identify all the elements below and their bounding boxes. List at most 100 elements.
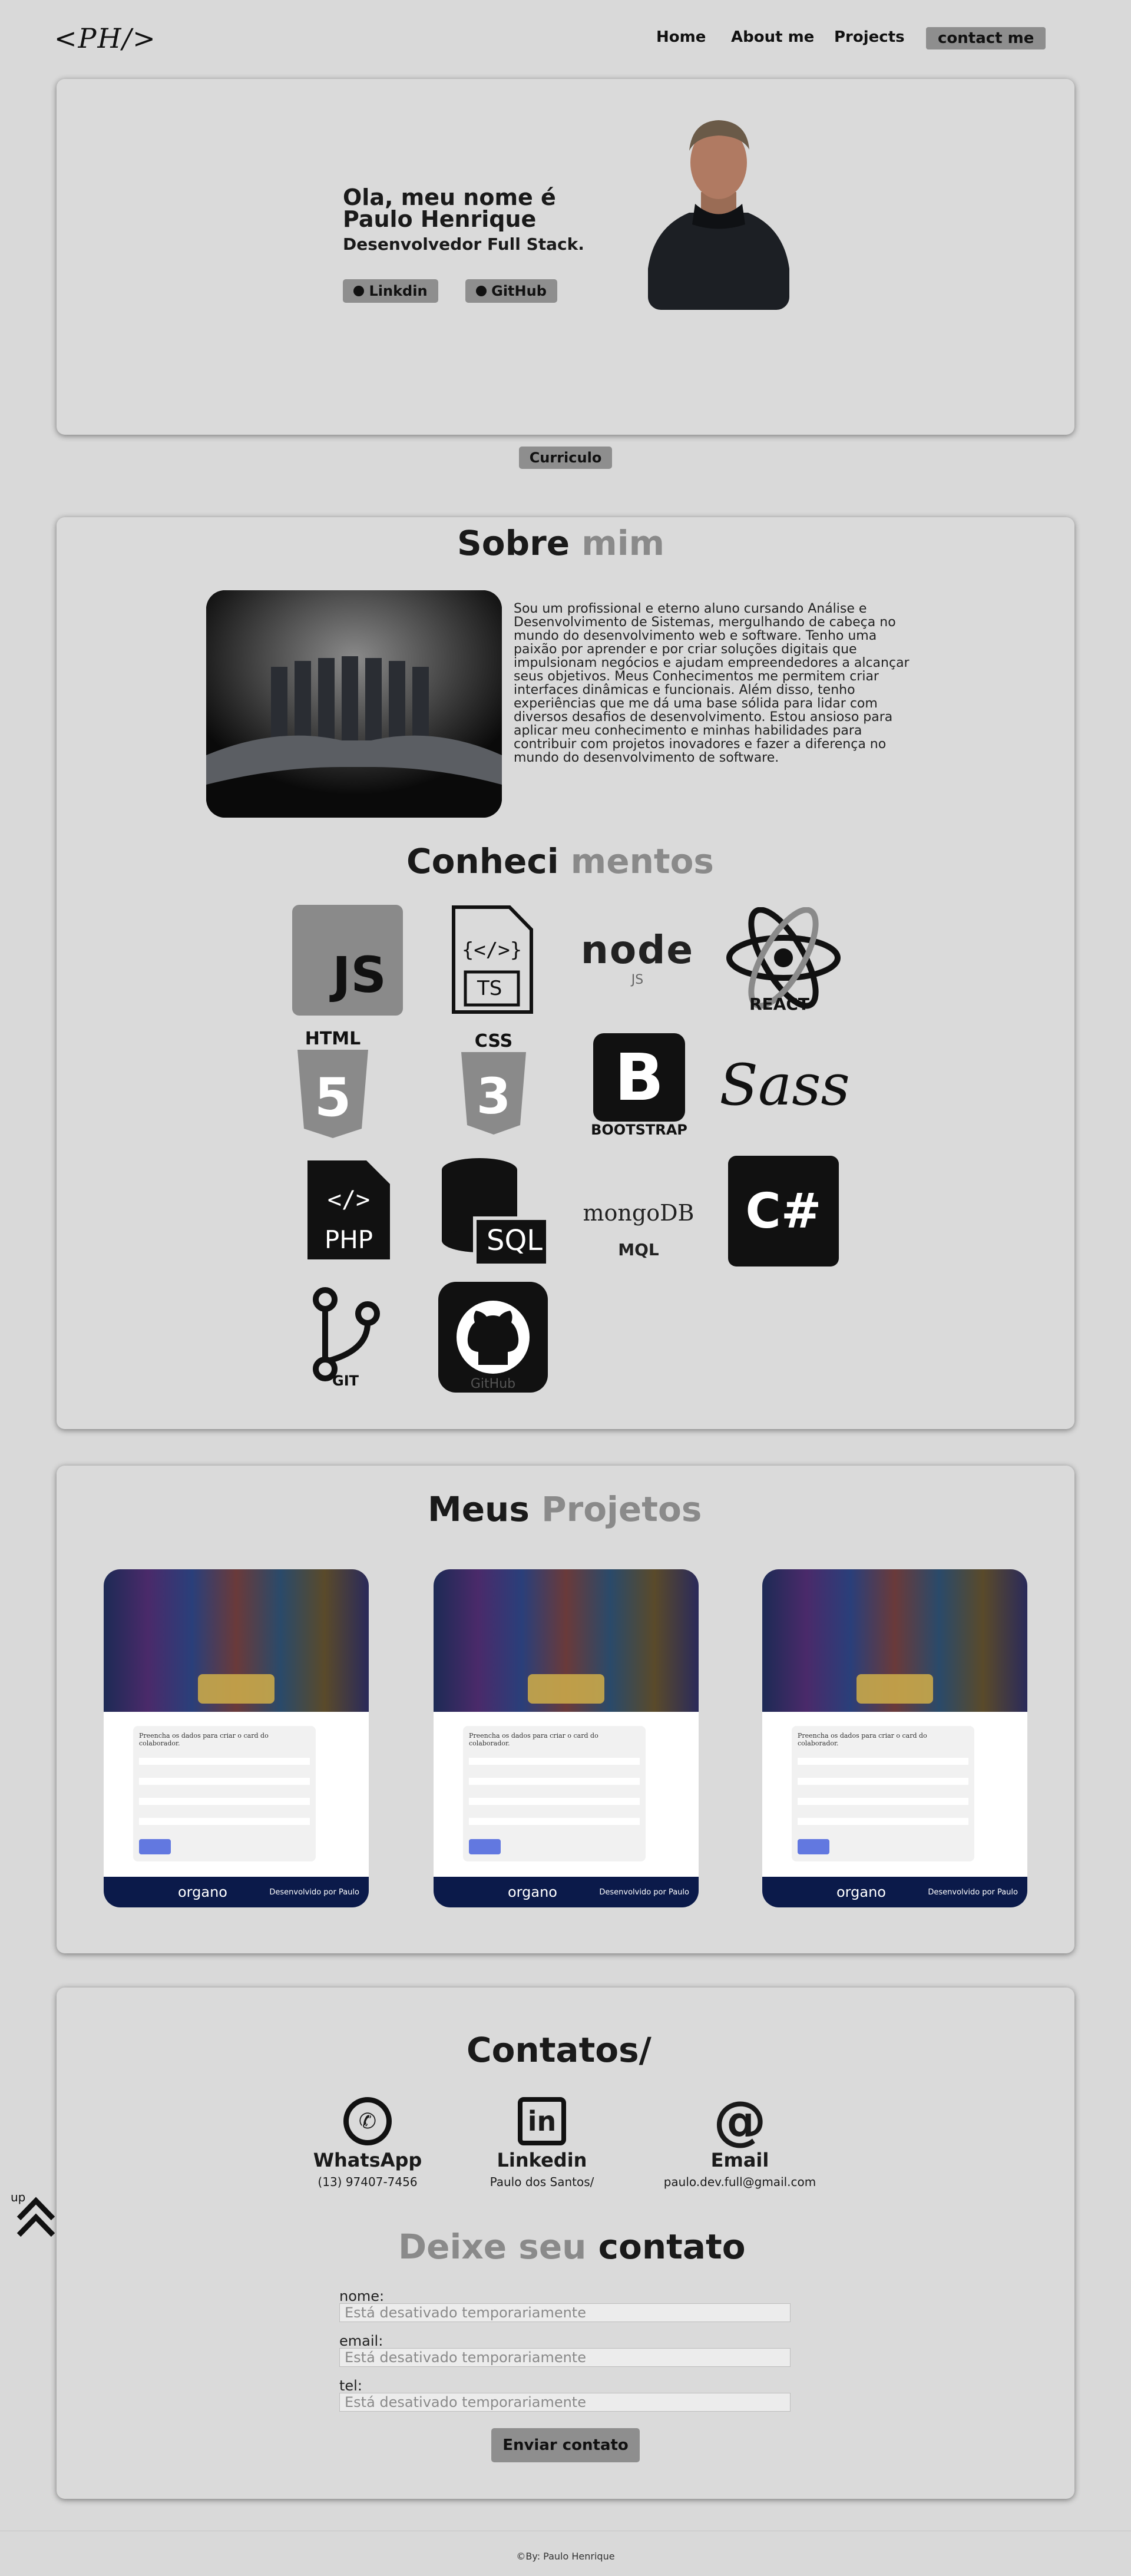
contact-linkedin[interactable]: in Linkedin Paulo dos Santos/ [465, 2097, 619, 2189]
project-footer-brand: organo [508, 1884, 557, 1900]
footer-text: ©By: Paulo Henrique [516, 2551, 615, 2562]
contact-whatsapp-number: (13) 97407-7456 [318, 2175, 418, 2189]
github-icon [476, 286, 487, 296]
game-logo [198, 1674, 275, 1704]
nodejs-icon-sub: JS [631, 973, 644, 987]
form-input [469, 1778, 640, 1785]
nodejs-icon-label: node [580, 927, 695, 973]
about-text: Sou um profissional e eterno aluno cursa… [514, 601, 910, 765]
project-footer: organo Desenvolvido por Paulo [434, 1877, 699, 1907]
github-skill-icon-label: GitHub [470, 1377, 516, 1391]
game-logo [856, 1674, 933, 1704]
typescript-icon: {</>} TS [448, 904, 536, 1016]
bootstrap-logo-box: B [593, 1033, 685, 1122]
form-select [798, 1818, 968, 1825]
svg-text:3: 3 [477, 1067, 511, 1125]
curriculo-button[interactable]: Curriculo [519, 447, 612, 469]
email-field[interactable]: Está desativado temporariamente [339, 2348, 791, 2367]
github-skill-icon: GitHub [438, 1282, 548, 1393]
html5-icon-label: HTML [305, 1029, 361, 1049]
linkedin-button-label: Linkdin [369, 283, 428, 299]
form-input [139, 1758, 310, 1765]
project-form: Preencha os dados para criar o card do c… [133, 1726, 316, 1861]
sass-icon-label: Sass [719, 1052, 850, 1118]
github-button[interactable]: GitHub [465, 279, 557, 303]
linkedin-icon [353, 286, 365, 296]
contact-email-label: Email [710, 2149, 769, 2171]
form-button [469, 1839, 501, 1854]
projects-title-b: Projetos [541, 1489, 702, 1529]
project-footer: organo Desenvolvido por Paulo [762, 1877, 1027, 1907]
project-form: Preencha os dados para criar o card do c… [792, 1726, 974, 1861]
project-form-title: Preencha os dados para criar o card do c… [798, 1732, 927, 1747]
project-card-1[interactable]: Preencha os dados para criar o card do c… [104, 1569, 369, 1907]
css3-icon: CSS 3 [458, 1031, 529, 1143]
site-logo[interactable]: <PH/> [54, 22, 157, 54]
contact-form-title-a: Deixe seu [398, 2227, 587, 2267]
contacts-title: Contatos/ [467, 2030, 652, 2070]
form-button [798, 1839, 829, 1854]
form-input [139, 1778, 310, 1785]
sql-icon: SQL [438, 1157, 548, 1265]
project-banner [104, 1569, 369, 1712]
typescript-icon-label: TS [477, 977, 502, 1000]
about-title-a: Sobre [457, 523, 570, 563]
about-title: Sobre mim [457, 523, 664, 563]
mongodb-icon-sub: MQL [618, 1239, 659, 1259]
svg-text:5: 5 [315, 1067, 352, 1129]
tel-label: tel: [339, 2377, 362, 2394]
sql-icon-label: SQL [487, 1224, 543, 1257]
project-footer-credit: Desenvolvido por Paulo [269, 1887, 359, 1897]
contact-whatsapp[interactable]: ✆ WhatsApp (13) 97407-7456 [291, 2097, 444, 2189]
name-field[interactable]: Está desativado temporariamente [339, 2303, 791, 2322]
php-icon: </> PHP [302, 1160, 396, 1259]
name-label: nome: [339, 2288, 385, 2304]
contact-form-title: Deixe seu contato [398, 2227, 746, 2267]
project-footer-credit: Desenvolvido por Paulo [599, 1887, 689, 1897]
linkedin-button[interactable]: Linkdin [343, 279, 438, 303]
javascript-icon-label: JS [332, 946, 386, 1004]
form-input [798, 1798, 968, 1805]
project-card-2[interactable]: Preencha os dados para criar o card do c… [434, 1569, 699, 1907]
project-banner [434, 1569, 699, 1712]
html5-icon: HTML 5 [295, 1029, 371, 1140]
csharp-icon: C# [728, 1156, 839, 1266]
nav-home[interactable]: Home [656, 28, 706, 46]
form-input [469, 1798, 640, 1805]
nav-projects[interactable]: Projects [834, 28, 905, 46]
svg-text:{</>}: {</>} [462, 938, 522, 962]
nav-about[interactable]: About me [731, 28, 814, 46]
project-footer-brand: organo [178, 1884, 227, 1900]
game-logo [528, 1674, 604, 1704]
form-input [798, 1778, 968, 1785]
project-card-3[interactable]: Preencha os dados para criar o card do c… [762, 1569, 1027, 1907]
scroll-top-icon[interactable] [15, 2195, 57, 2240]
project-banner [762, 1569, 1027, 1712]
contact-email-address: paulo.dev.full@gmail.com [663, 2175, 816, 2189]
send-contact-button[interactable]: Enviar contato [491, 2428, 640, 2462]
email-label: email: [339, 2333, 383, 2349]
project-footer: organo Desenvolvido por Paulo [104, 1877, 369, 1907]
form-select [469, 1818, 640, 1825]
projects-title: Meus Projetos [428, 1489, 702, 1529]
contact-email[interactable]: @ Email paulo.dev.full@gmail.com [663, 2095, 816, 2190]
sass-icon: Sass [719, 1038, 850, 1132]
svg-text:</>: </> [328, 1186, 370, 1213]
nav-contact-button[interactable]: contact me [926, 27, 1046, 49]
nodejs-icon: node JS [581, 919, 694, 996]
skills-title: Conheci mentos [406, 841, 714, 881]
tel-field[interactable]: Está desativado temporariamente [339, 2393, 791, 2412]
about-image [206, 590, 502, 818]
form-input [139, 1798, 310, 1805]
contact-linkedin-label: Linkedin [497, 2149, 587, 2171]
git-icon-label: GIT [332, 1373, 359, 1389]
contact-form-title-b: contato [598, 2227, 746, 2267]
github-button-label: GitHub [491, 283, 547, 299]
form-input [798, 1758, 968, 1765]
bootstrap-icon-label: BOOTSTRAP [591, 1122, 687, 1138]
project-form: Preencha os dados para criar o card do c… [463, 1726, 646, 1861]
profile-photo [648, 115, 789, 310]
git-icon: GIT [311, 1285, 382, 1389]
form-select [139, 1818, 310, 1825]
hero-name: Paulo Henrique [343, 206, 537, 232]
